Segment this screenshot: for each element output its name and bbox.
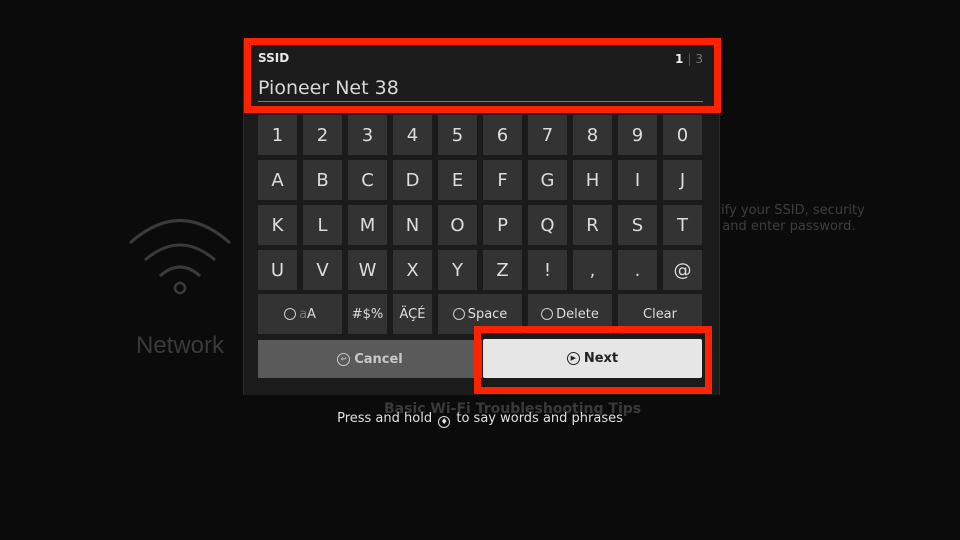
microphone-icon: ♦ [438,416,451,428]
cancel-label: Cancel [354,351,403,367]
space-label: Space [467,306,508,322]
step-indicator: 1 | 3 [674,52,703,66]
key-3-6[interactable]: ! [528,250,567,290]
key-1-9[interactable]: J [663,160,702,200]
case-toggle-key[interactable]: aA [258,294,342,334]
accents-key[interactable]: ÄÇÉ [393,294,432,334]
key-2-1[interactable]: L [303,205,342,245]
key-3-1[interactable]: V [303,250,342,290]
play-pause-icon: ▶ [566,352,580,365]
network-description: ecify your SSID, security e, and enter p… [706,203,946,235]
key-2-3[interactable]: N [393,205,432,245]
step-current: 1 [674,52,684,66]
key-0-2[interactable]: 3 [348,115,387,155]
input-underline [258,101,703,102]
key-2-2[interactable]: M [348,205,387,245]
back-icon: ↩ [337,352,351,366]
fast-forward-icon [452,308,465,320]
key-1-2[interactable]: C [348,160,387,200]
key-0-9[interactable]: 0 [663,115,702,155]
key-1-8[interactable]: I [618,160,657,200]
key-1-7[interactable]: H [573,160,612,200]
key-2-5[interactable]: P [483,205,522,245]
key-3-3[interactable]: X [393,250,432,290]
key-3-4[interactable]: Y [438,250,477,290]
key-2-9[interactable]: T [663,205,702,245]
key-3-2[interactable]: W [348,250,387,290]
key-1-3[interactable]: D [393,160,432,200]
key-3-9[interactable]: @ [663,250,702,290]
voice-hint: Press and hold ♦ to say words and phrase… [0,411,960,428]
key-3-8[interactable]: . [618,250,657,290]
ssid-field[interactable]: SSID 1 | 3 Pioneer Net 38 [251,45,713,105]
symbols-key[interactable]: #$% [348,294,387,334]
key-3-7[interactable]: , [573,250,612,290]
description-line: ecify your SSID, security [706,203,865,218]
menu-button-icon [284,308,297,320]
delete-label: Delete [556,306,599,322]
key-0-7[interactable]: 8 [573,115,612,155]
key-3-5[interactable]: Z [483,250,522,290]
ssid-label: SSID [258,51,290,65]
cancel-button[interactable]: ↩ Cancel [258,340,482,378]
space-key[interactable]: Space [438,294,522,334]
description-line: e, and enter password. [706,219,856,234]
hint-text-after: to say words and phrases [456,411,623,426]
key-2-0[interactable]: K [258,205,297,245]
case-upper: A [307,306,316,322]
key-2-4[interactable]: O [438,205,477,245]
key-0-8[interactable]: 9 [618,115,657,155]
next-button[interactable]: ▶ Next [483,339,702,378]
key-0-1[interactable]: 2 [303,115,342,155]
ssid-input[interactable]: Pioneer Net 38 [258,77,399,99]
clear-key[interactable]: Clear [618,294,702,334]
next-label: Next [583,351,619,366]
network-label: Network [135,332,225,359]
rewind-icon [541,308,554,320]
key-0-0[interactable]: 1 [258,115,297,155]
key-1-1[interactable]: B [303,160,342,200]
key-0-6[interactable]: 7 [528,115,567,155]
key-1-6[interactable]: G [528,160,567,200]
key-1-4[interactable]: E [438,160,477,200]
key-3-0[interactable]: U [258,250,297,290]
key-2-6[interactable]: Q [528,205,567,245]
wifi-icon [128,219,232,295]
key-2-7[interactable]: R [573,205,612,245]
key-0-4[interactable]: 5 [438,115,477,155]
key-0-5[interactable]: 6 [483,115,522,155]
step-total: 3 [695,52,703,66]
key-0-3[interactable]: 4 [393,115,432,155]
hint-text-before: Press and hold [337,411,433,426]
key-1-5[interactable]: F [483,160,522,200]
key-1-0[interactable]: A [258,160,297,200]
key-2-8[interactable]: S [618,205,657,245]
case-lower: a [299,306,308,322]
delete-key[interactable]: Delete [528,294,612,334]
